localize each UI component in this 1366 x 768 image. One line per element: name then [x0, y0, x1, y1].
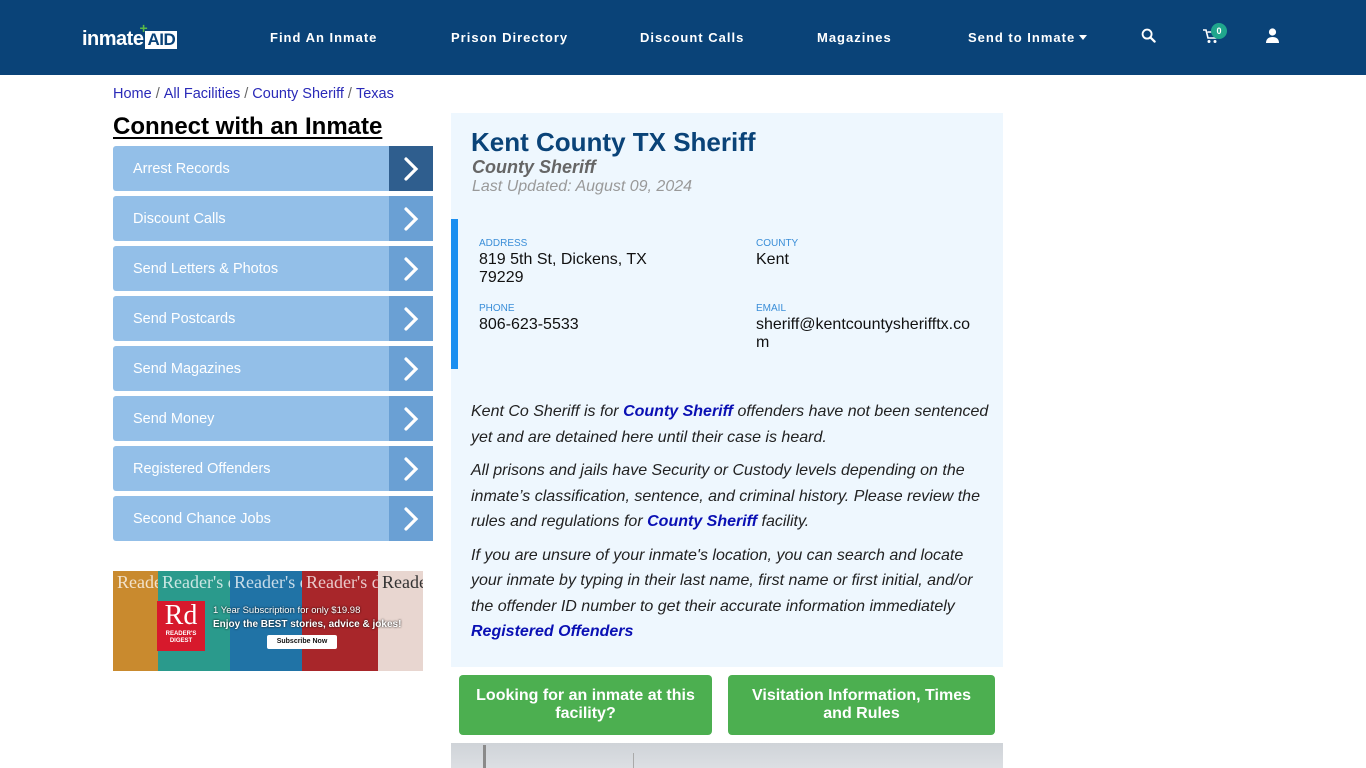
breadcrumb-all-facilities[interactable]: All Facilities [164, 86, 241, 102]
sidebar-item-discount-calls[interactable]: Discount Calls [113, 196, 433, 241]
facility-photo [451, 743, 1003, 768]
last-updated: Last Updated: August 09, 2024 [472, 178, 693, 195]
email-block: EMAIL sheriff@kentcountysherifftx.co m [756, 303, 970, 352]
breadcrumb-separator: / [244, 86, 249, 102]
sidebar-item-label: Send Letters & Photos [133, 260, 279, 277]
sidebar-menu: Arrest Records Discount Calls Send Lette… [113, 146, 433, 546]
logo-plus-icon: + [139, 20, 148, 36]
breadcrumb-separator: / [155, 86, 160, 102]
search-icon[interactable] [1141, 28, 1156, 48]
sidebar-item-registered-offenders[interactable]: Registered Offenders [113, 446, 433, 491]
phone-label: PHONE [479, 303, 515, 314]
top-navbar: inmate + AID Find An Inmate Prison Direc… [0, 0, 1366, 75]
address-line1: 819 5th St, Dickens, TX [479, 251, 647, 268]
facility-description: Kent Co Sheriff is for County Sheriff of… [471, 399, 993, 645]
facility-type: County Sheriff [472, 157, 596, 177]
description-paragraph: Kent Co Sheriff is for County Sheriff of… [471, 403, 989, 446]
ad-offer-text: 1 Year Subscription for only $19.98 [213, 605, 361, 616]
nav-send-to-inmate[interactable]: Send to Inmate [968, 30, 1088, 46]
breadcrumb-home[interactable]: Home [113, 86, 152, 102]
breadcrumb-county-sheriff[interactable]: County Sheriff [252, 86, 344, 102]
facility-info-box: ADDRESS 819 5th St, Dickens, TX 79229 CO… [451, 219, 1003, 369]
sidebar-item-label: Discount Calls [133, 210, 226, 227]
facility-panel: Kent County TX Sheriff County Sheriff La… [451, 113, 1003, 667]
sidebar-item-label: Send Money [133, 410, 215, 427]
address-line2: 79229 [479, 269, 524, 286]
registered-offenders-link[interactable]: Registered Offenders [471, 623, 633, 640]
chevron-right-icon [389, 346, 433, 391]
photo-pole [483, 745, 486, 768]
sidebar-item-label: Send Postcards [133, 310, 236, 327]
sidebar-item-label: Arrest Records [133, 160, 230, 177]
nav-prison-directory[interactable]: Prison Directory [451, 30, 568, 46]
email-line1[interactable]: sheriff@kentcountysherifftx.co [756, 316, 970, 334]
sidebar-item-arrest-records[interactable]: Arrest Records [113, 146, 433, 191]
county-label: COUNTY [756, 238, 799, 249]
sidebar-item-send-postcards[interactable]: Send Postcards [113, 296, 433, 341]
chevron-right-icon [389, 146, 433, 191]
logo-text: inmate [82, 28, 144, 50]
chevron-right-icon [389, 496, 433, 541]
nav-discount-calls[interactable]: Discount Calls [640, 30, 744, 46]
description-paragraph: If you are unsure of your inmate's locat… [471, 546, 973, 641]
cart-count-badge: 0 [1211, 23, 1227, 39]
logo-aid-mark: + AID [139, 20, 178, 49]
county-sheriff-link[interactable]: County Sheriff [647, 513, 757, 530]
breadcrumb: Home / All Facilities / County Sheriff / Texas [113, 86, 394, 102]
visitation-info-button[interactable]: Visitation Information, Times and Rules [728, 675, 995, 735]
sidebar-item-label: Send Magazines [133, 360, 242, 377]
sidebar-item-send-letters-photos[interactable]: Send Letters & Photos [113, 246, 433, 291]
phone-block: PHONE 806-623-5533 [479, 303, 579, 334]
chevron-right-icon [389, 196, 433, 241]
find-inmate-at-facility-button[interactable]: Looking for an inmate at this facility? [459, 675, 712, 735]
readers-digest-logo: Rd READER'S DIGEST [157, 601, 205, 651]
user-icon[interactable] [1266, 28, 1279, 48]
ad-tagline: Enjoy the BEST stories, advice & jokes! [213, 619, 402, 630]
caret-down-icon [1079, 35, 1088, 40]
county-value: Kent [756, 251, 789, 268]
sidebar-item-second-chance-jobs[interactable]: Second Chance Jobs [113, 496, 433, 541]
breadcrumb-separator: / [347, 86, 352, 102]
chevron-right-icon [389, 296, 433, 341]
nav-find-an-inmate[interactable]: Find An Inmate [270, 30, 377, 46]
address-label: ADDRESS [479, 238, 528, 249]
breadcrumb-texas[interactable]: Texas [356, 86, 394, 102]
sidebar-item-send-magazines[interactable]: Send Magazines [113, 346, 433, 391]
sidebar-title: Connect with an Inmate [113, 113, 383, 140]
county-sheriff-link[interactable]: County Sheriff [623, 403, 733, 420]
sidebar-item-send-money[interactable]: Send Money [113, 396, 433, 441]
chevron-right-icon [389, 446, 433, 491]
inmateaid-logo[interactable]: inmate + AID [82, 20, 178, 50]
chevron-right-icon [389, 246, 433, 291]
sidebar-item-label: Second Chance Jobs [133, 510, 271, 527]
magazine-cover-image: Reader's digest [113, 571, 158, 671]
nav-send-to-inmate-label: Send to Inmate [968, 30, 1076, 45]
address-block: ADDRESS 819 5th St, Dickens, TX 79229 [479, 238, 647, 287]
chevron-right-icon [389, 396, 433, 441]
county-block: COUNTY Kent [756, 238, 798, 269]
nav-magazines[interactable]: Magazines [817, 30, 892, 46]
photo-antenna [633, 753, 634, 768]
description-paragraph: All prisons and jails have Security or C… [471, 462, 980, 530]
phone-value[interactable]: 806-623-5533 [479, 316, 579, 334]
sidebar-item-label: Registered Offenders [133, 460, 271, 477]
email-line2[interactable]: m [756, 334, 970, 352]
subscribe-now-button[interactable]: Subscribe Now [267, 635, 337, 649]
facility-title: Kent County TX Sheriff [471, 127, 756, 157]
readers-digest-ad-banner[interactable]: Reader's digest Reader's digest Reader's… [113, 571, 423, 671]
email-label: EMAIL [756, 303, 787, 314]
